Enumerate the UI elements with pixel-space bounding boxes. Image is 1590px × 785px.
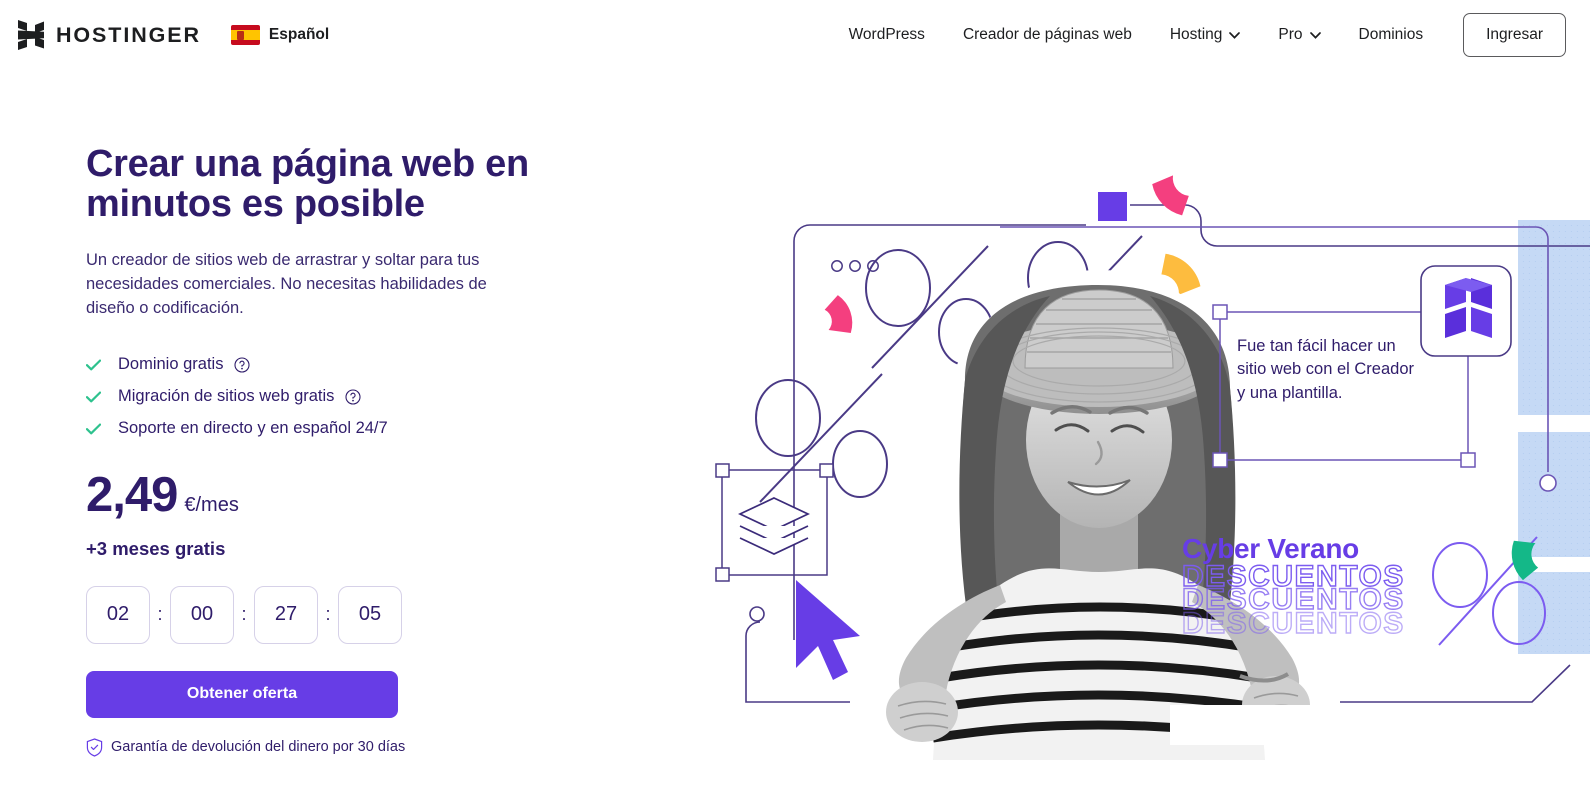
nav-item-domains[interactable]: Dominios bbox=[1359, 18, 1424, 52]
bonus-months-label: +3 meses gratis bbox=[86, 537, 226, 559]
list-item: Soporte en directo y en español 24/7 bbox=[86, 413, 556, 445]
price-unit: €/mes bbox=[184, 493, 239, 516]
layers-selection-box bbox=[715, 463, 834, 582]
feature-list: Dominio gratis Migración de sitios web g… bbox=[86, 349, 556, 445]
landing-page: HOSTINGER Español WordPress Creador de p… bbox=[0, 0, 1590, 785]
check-icon bbox=[86, 391, 101, 403]
countdown-hours: 00 bbox=[170, 585, 234, 644]
layers-icon bbox=[738, 497, 810, 555]
feature-label: Dominio gratis bbox=[118, 355, 224, 374]
hero-subtitle: Un creador de sitios web de arrastrar y … bbox=[86, 250, 487, 318]
countdown-seconds: 05 bbox=[338, 585, 402, 644]
page-title: Crear una página web en minutos es posib… bbox=[86, 143, 529, 226]
decorative-node bbox=[749, 606, 765, 622]
login-button[interactable]: Ingresar bbox=[1463, 13, 1566, 57]
hero-illustration-graphics bbox=[715, 175, 1590, 760]
countdown-minutes: 27 bbox=[254, 585, 318, 644]
campaign-word: DESCUENTOS bbox=[1181, 606, 1405, 640]
shield-check-icon bbox=[86, 738, 103, 757]
hostinger-cube-badge bbox=[1420, 265, 1512, 357]
fade-mask bbox=[1170, 705, 1430, 745]
hero-content: Crear una página web en minutos es posib… bbox=[86, 144, 556, 757]
language-selector[interactable]: Español bbox=[230, 25, 330, 45]
main-navigation: WordPress Creador de páginas web Hosting… bbox=[849, 13, 1566, 57]
chevron-down-icon bbox=[1229, 31, 1241, 39]
brand-name: HOSTINGER bbox=[56, 22, 201, 47]
nav-item-website-builder[interactable]: Creador de páginas web bbox=[963, 18, 1132, 52]
nav-item-label: Dominios bbox=[1358, 26, 1424, 43]
decorative-square bbox=[1098, 192, 1127, 221]
hostinger-h-logo-icon bbox=[18, 20, 44, 50]
countdown-separator: : bbox=[325, 604, 331, 625]
testimonial-text: Fue tan fácil hacer un sitio web con el … bbox=[1237, 337, 1415, 402]
list-item: Dominio gratis bbox=[86, 349, 556, 381]
price-block: 2,49 €/mes bbox=[86, 467, 556, 522]
money-back-guarantee: Garantía de devolución del dinero por 30… bbox=[86, 738, 556, 757]
guarantee-label: Garantía de devolución del dinero por 30… bbox=[111, 739, 406, 756]
check-icon bbox=[86, 423, 101, 435]
nav-item-pro[interactable]: Pro bbox=[1278, 18, 1321, 52]
nav-item-wordpress[interactable]: WordPress bbox=[849, 18, 925, 52]
countdown-separator: : bbox=[157, 604, 163, 625]
countdown-days: 02 bbox=[86, 585, 150, 644]
chevron-down-icon bbox=[1309, 31, 1321, 39]
countdown-timer: 02 : 00 : 27 : 05 bbox=[86, 585, 556, 644]
help-circle-icon[interactable] bbox=[345, 389, 361, 405]
campaign-discount-stack: DESCUENTOS DESCUENTOS DESCUENTOS bbox=[1181, 561, 1405, 640]
brand-logo[interactable]: HOSTINGER bbox=[18, 20, 201, 50]
spain-flag-icon bbox=[230, 25, 260, 45]
countdown-separator: : bbox=[241, 604, 247, 625]
list-item: Migración de sitios web gratis bbox=[86, 381, 556, 413]
nav-item-label: Pro bbox=[1278, 26, 1303, 43]
nav-item-hosting[interactable]: Hosting bbox=[1170, 18, 1241, 52]
nav-item-label: Hosting bbox=[1169, 26, 1223, 43]
site-header: HOSTINGER Español WordPress Creador de p… bbox=[0, 0, 1590, 70]
check-icon bbox=[86, 359, 101, 371]
decorative-blue-bars bbox=[1518, 220, 1590, 654]
nav-item-label: WordPress bbox=[848, 26, 925, 43]
price-value: 2,49 bbox=[86, 467, 178, 522]
decorative-node bbox=[1539, 474, 1557, 492]
hero-illustration: Fue tan fácil hacer un sitio web con el … bbox=[700, 80, 1590, 760]
feature-label: Soporte en directo y en español 24/7 bbox=[118, 419, 388, 438]
get-offer-button[interactable]: Obtener oferta bbox=[86, 670, 398, 718]
help-circle-icon[interactable] bbox=[234, 357, 251, 373]
language-label: Español bbox=[268, 26, 330, 43]
feature-label: Migración de sitios web gratis bbox=[118, 387, 335, 406]
nav-item-label: Creador de páginas web bbox=[962, 26, 1132, 43]
